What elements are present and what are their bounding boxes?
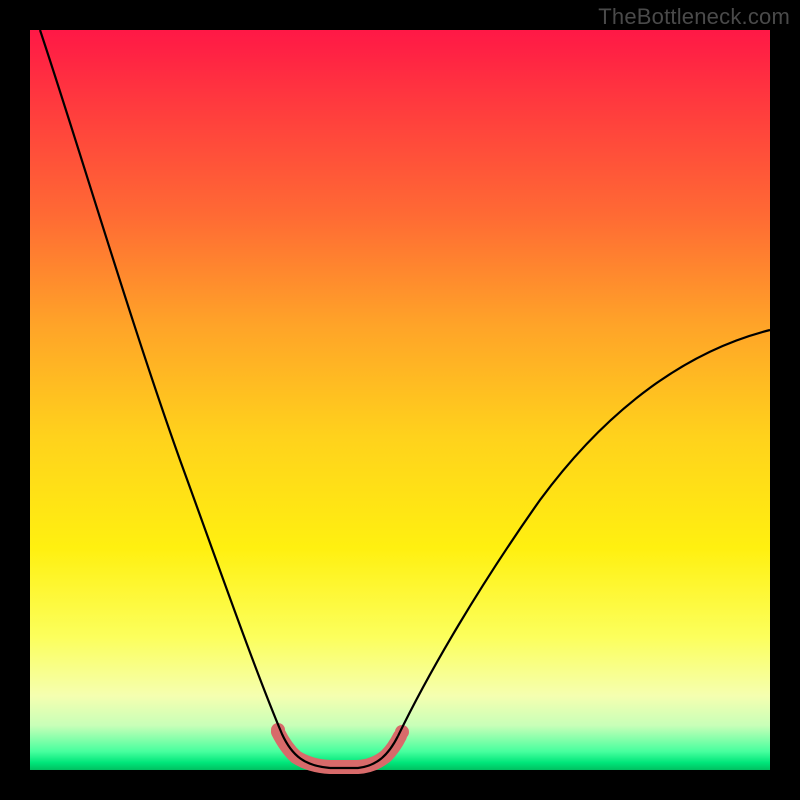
left-curve <box>40 30 330 768</box>
chart-frame: TheBottleneck.com <box>0 0 800 800</box>
watermark-text: TheBottleneck.com <box>598 4 790 30</box>
right-curve <box>398 330 770 736</box>
curve-layer <box>30 30 770 770</box>
plot-area <box>30 30 770 770</box>
valley-highlight <box>278 732 400 767</box>
